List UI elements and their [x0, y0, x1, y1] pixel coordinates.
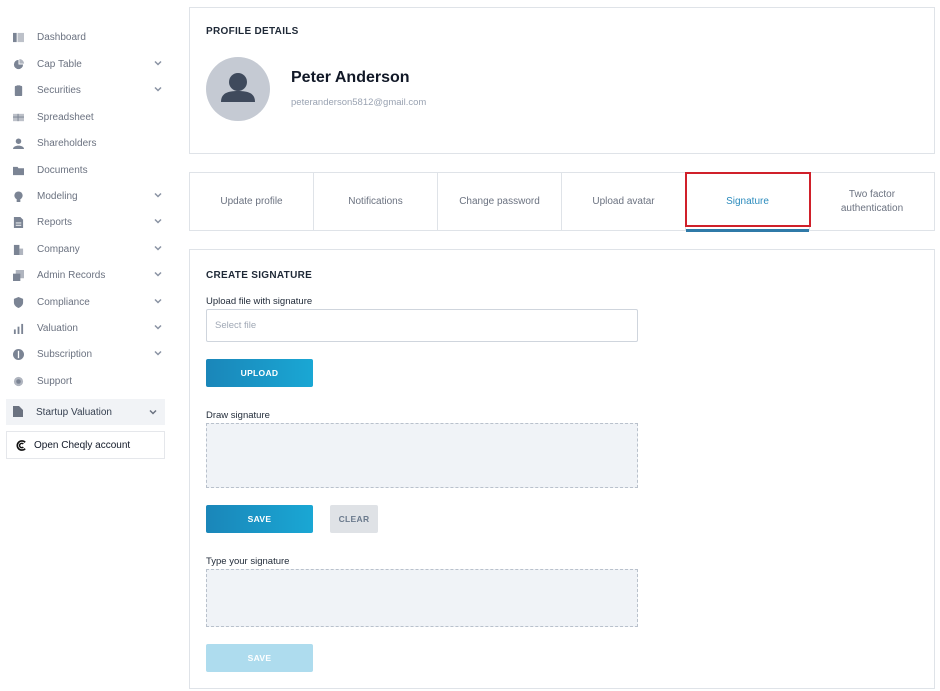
sidebar-item-label: Reports [37, 216, 73, 228]
dashboard-icon [12, 31, 24, 43]
sidebar-item-label: Compliance [37, 296, 90, 308]
clipboard-icon [12, 84, 24, 96]
table-icon [12, 111, 24, 123]
support-icon [12, 375, 24, 387]
sidebar-item-label: Subscription [37, 348, 93, 360]
sidebar-item-modeling[interactable]: Modeling [6, 184, 166, 208]
sidebar-item-label: Securities [37, 84, 81, 96]
user-avatar-icon [221, 73, 255, 102]
report-icon [12, 216, 24, 228]
profile-tabs: Update profile Notifications Change pass… [189, 172, 935, 232]
clear-signature-button[interactable]: CLEAR [330, 505, 378, 533]
chevron-down-icon [154, 191, 164, 201]
building-icon [12, 243, 24, 255]
profile-details-card: PROFILE DETAILS Peter Anderson peterande… [189, 7, 935, 154]
chevron-down-icon [154, 270, 164, 280]
startup-valuation-item[interactable]: Startup Valuation [6, 399, 165, 425]
bar-chart-icon [12, 322, 24, 334]
sidebar-item-dashboard[interactable]: Dashboard [6, 25, 166, 49]
dollar-icon [12, 348, 24, 360]
pie-chart-icon [12, 58, 24, 70]
sidebar-item-securities[interactable]: Securities [6, 78, 166, 102]
create-signature-title: CREATE SIGNATURE [206, 270, 313, 281]
sidebar-item-label: Dashboard [37, 31, 86, 43]
folder-icon [12, 164, 24, 176]
profile-name: Peter Anderson [291, 69, 410, 86]
sidebar-item-label: Documents [37, 164, 88, 176]
sidebar-item-shareholders[interactable]: Shareholders [6, 131, 166, 155]
shield-icon [12, 296, 24, 308]
chevron-down-icon [154, 244, 164, 254]
tab-update-profile[interactable]: Update profile [190, 173, 314, 230]
document-icon [13, 406, 25, 418]
sidebar-item-label: Admin Records [37, 269, 106, 281]
sidebar-item-label: Company [37, 243, 80, 255]
sidebar-item-support[interactable]: Support [6, 369, 166, 393]
sidebar-item-label: Modeling [37, 190, 78, 202]
sidebar-item-company[interactable]: Company [6, 237, 166, 261]
tab-signature[interactable]: Signature [686, 173, 810, 232]
startup-valuation-label: Startup Valuation [36, 406, 112, 418]
create-signature-card: CREATE SIGNATURE Upload file with signat… [189, 249, 935, 689]
tab-change-password[interactable]: Change password [438, 173, 562, 230]
records-icon [12, 269, 24, 281]
chevron-down-icon [154, 349, 164, 359]
sidebar-item-reports[interactable]: Reports [6, 210, 166, 234]
sidebar-item-label: Cap Table [37, 58, 82, 70]
type-signature-field[interactable] [206, 569, 638, 627]
sidebar-item-label: Valuation [37, 322, 78, 334]
save-typed-signature-button[interactable]: SAVE [206, 644, 313, 672]
cheqly-label: Open Cheqly account [34, 439, 131, 451]
tab-two-factor-authentication[interactable]: Two factor authentication [810, 173, 934, 230]
chevron-down-icon [154, 59, 164, 69]
chevron-down-icon [154, 85, 164, 95]
sidebar-item-label: Support [37, 375, 73, 387]
type-signature-label: Type your signature [206, 556, 290, 567]
cheqly-logo-icon [16, 439, 27, 451]
tab-upload-avatar[interactable]: Upload avatar [562, 173, 686, 230]
profile-details-title: PROFILE DETAILS [206, 26, 299, 37]
sidebar-item-valuation[interactable]: Valuation [6, 316, 166, 340]
draw-signature-label: Draw signature [206, 410, 270, 421]
sidebar-item-subscription[interactable]: Subscription [6, 342, 166, 366]
select-file-input[interactable] [206, 309, 638, 342]
chevron-down-icon [149, 408, 157, 419]
profile-email: peteranderson5812@gmail.com [291, 97, 427, 108]
chevron-down-icon [154, 323, 164, 333]
user-icon [12, 137, 24, 149]
tab-notifications[interactable]: Notifications [314, 173, 438, 230]
chevron-down-icon [154, 217, 164, 227]
draw-signature-pad[interactable] [206, 423, 638, 488]
sidebar: Dashboard Cap Table Securities Spreadshe… [0, 0, 175, 691]
upload-file-label: Upload file with signature [206, 296, 313, 307]
open-cheqly-account-button[interactable]: Open Cheqly account [6, 431, 165, 459]
sidebar-item-label: Shareholders [37, 137, 97, 149]
sidebar-item-admin-records[interactable]: Admin Records [6, 263, 166, 287]
avatar [206, 57, 270, 121]
sidebar-item-spreadsheet[interactable]: Spreadsheet [6, 105, 166, 129]
sidebar-item-cap-table[interactable]: Cap Table [6, 52, 166, 76]
sidebar-item-compliance[interactable]: Compliance [6, 290, 166, 314]
save-drawn-signature-button[interactable]: SAVE [206, 505, 313, 533]
upload-button[interactable]: UPLOAD [206, 359, 313, 387]
chevron-down-icon [154, 297, 164, 307]
sidebar-item-label: Spreadsheet [37, 111, 94, 123]
lightbulb-icon [12, 190, 24, 202]
sidebar-item-documents[interactable]: Documents [6, 158, 166, 182]
